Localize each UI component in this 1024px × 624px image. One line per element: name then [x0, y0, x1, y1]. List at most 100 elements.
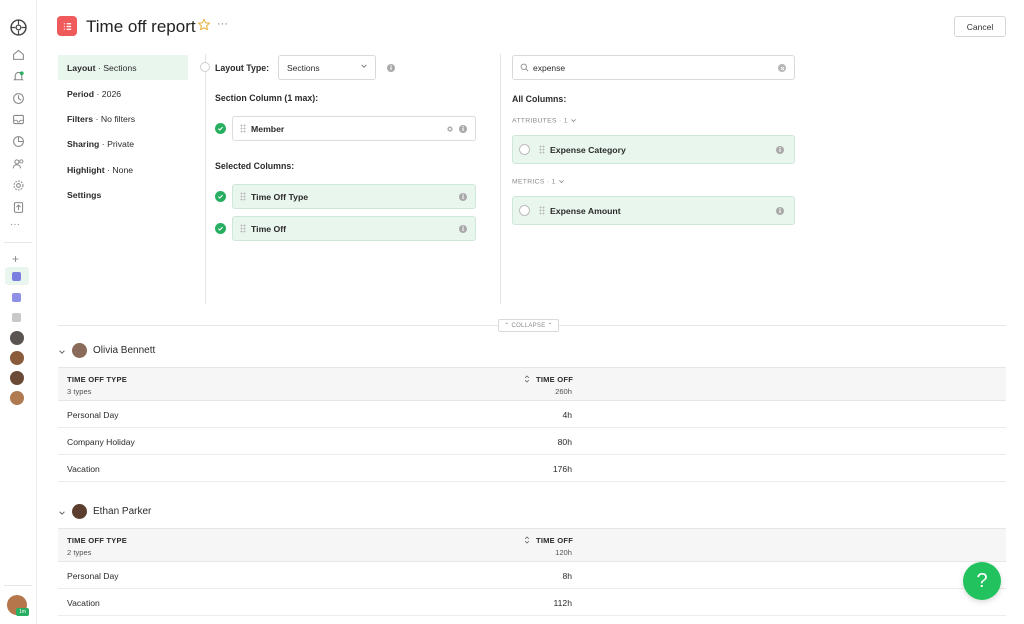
nav-item-key: Layout [67, 62, 96, 73]
time-off-type-cell: Personal Day [67, 571, 119, 581]
column-search-box[interactable] [512, 55, 795, 80]
column-header-time-off[interactable]: TIME OFF [536, 375, 573, 384]
table-header: TIME OFF TYPE 3 types TIME OFF 260h [58, 367, 1006, 401]
drag-handle-icon[interactable] [240, 192, 246, 201]
avatar[interactable] [10, 371, 24, 385]
rail-divider [4, 585, 32, 586]
upload-icon[interactable] [10, 199, 26, 215]
table-row[interactable]: Personal Day 8h [58, 562, 1006, 589]
add-icon[interactable]: + [12, 252, 19, 266]
gear-icon[interactable] [446, 125, 454, 135]
notifications-icon[interactable] [10, 68, 26, 84]
more-options-icon[interactable]: ··· [217, 18, 228, 30]
section-member-name: Ethan Parker [93, 506, 152, 517]
clock-icon[interactable] [10, 90, 26, 106]
drag-handle-icon[interactable] [539, 206, 545, 215]
project-square-icon[interactable] [12, 293, 21, 302]
nav-item-period[interactable]: Period · 2026 [58, 81, 188, 106]
table-row[interactable]: Vacation 176h [58, 455, 1006, 482]
drag-handle-icon[interactable] [240, 224, 246, 233]
column-header-time-off-type[interactable]: TIME OFF TYPE [67, 536, 127, 545]
time-off-hours-cell: 80h [557, 437, 572, 447]
nav-item-separator: · [104, 164, 113, 175]
selected-column-item[interactable]: Time Off i [232, 216, 476, 241]
section-collapse-chevron-icon[interactable] [58, 348, 66, 359]
reports-icon[interactable] [10, 133, 26, 149]
rail-more-icon[interactable]: ··· [10, 219, 20, 230]
panel-handle[interactable] [200, 62, 210, 72]
avatar[interactable] [10, 391, 24, 405]
selected-column-label: Time Off Type [251, 191, 309, 202]
avatar[interactable] [10, 351, 24, 365]
selected-column-label: Time Off [251, 223, 287, 234]
favorite-star-icon[interactable] [197, 18, 211, 35]
nav-item-sharing[interactable]: Sharing · Private [58, 131, 188, 156]
nav-item-separator: · [94, 88, 102, 99]
info-icon[interactable]: i [776, 207, 784, 215]
nav-item-separator: · [93, 113, 101, 124]
attribute-column-item[interactable]: Expense Category i [512, 135, 795, 164]
nav-item-key: Period [67, 88, 95, 99]
avatar[interactable] [10, 331, 24, 345]
clear-search-icon[interactable] [778, 64, 786, 72]
layout-type-value: Sections [287, 62, 320, 73]
check-circle-icon [215, 191, 226, 202]
nav-item-value: None [112, 164, 134, 175]
column-select-radio[interactable] [519, 144, 530, 155]
rail-divider [4, 242, 32, 243]
nav-item-filters[interactable]: Filters · No filters [58, 106, 188, 131]
avatar [72, 504, 87, 519]
column-header-time-off[interactable]: TIME OFF [536, 536, 573, 545]
nav-item-value: 2026 [101, 88, 122, 99]
section-column-member[interactable]: Member i [232, 116, 476, 141]
attributes-group-toggle[interactable]: ATTRIBUTES · 1 [512, 117, 577, 124]
help-button[interactable]: ? [963, 562, 1001, 600]
settings-gear-icon[interactable] [10, 177, 26, 193]
layout-type-select[interactable]: Sections [278, 55, 376, 80]
home-icon[interactable] [10, 46, 26, 62]
metrics-group-toggle[interactable]: METRICS · 1 [512, 178, 565, 185]
info-icon[interactable]: i [459, 225, 467, 233]
drag-handle-icon[interactable] [539, 145, 545, 154]
user-status-badge: 1m [16, 608, 29, 616]
column-header-time-off-type[interactable]: TIME OFF TYPE [67, 375, 127, 384]
check-circle-icon [215, 223, 226, 234]
selected-columns-label: Selected Columns: [215, 161, 295, 171]
nav-item-layout[interactable]: Layout · Sections [58, 55, 188, 80]
nav-item-highlight[interactable]: Highlight · None [58, 157, 188, 182]
time-off-type-cell: Vacation [67, 598, 100, 608]
section-member-name: Olivia Bennett [93, 345, 156, 356]
info-icon[interactable]: i [387, 64, 395, 72]
cancel-button[interactable]: Cancel [954, 16, 1006, 37]
info-icon[interactable]: i [459, 193, 467, 201]
project-square-icon[interactable] [12, 313, 21, 322]
table-row[interactable]: Company Holiday 80h [58, 428, 1006, 455]
section-column-value: Member [251, 123, 285, 134]
time-off-hours-cell: 4h [562, 410, 572, 420]
avatar [72, 343, 87, 358]
check-circle-icon [215, 123, 226, 134]
drag-handle-icon[interactable] [240, 124, 246, 133]
selected-column-item[interactable]: Time Off Type i [232, 184, 476, 209]
team-icon[interactable] [10, 155, 26, 171]
left-rail: ··· + 1m [0, 0, 37, 624]
sort-icon[interactable] [524, 536, 530, 547]
project-square-icon[interactable] [12, 272, 21, 281]
info-icon[interactable]: i [776, 146, 784, 154]
nav-item-value: Private [107, 138, 135, 149]
nav-item-separator: · [95, 62, 104, 73]
nav-item-key: Highlight [67, 164, 105, 175]
collapse-button[interactable]: ⌃ COLLAPSE ⌃ [498, 319, 559, 332]
inbox-icon[interactable] [10, 111, 26, 127]
table-row[interactable]: Vacation 112h [58, 589, 1006, 616]
metric-column-item[interactable]: Expense Amount i [512, 196, 795, 225]
table-row[interactable]: Personal Day 4h [58, 401, 1006, 428]
section-collapse-chevron-icon[interactable] [58, 509, 66, 520]
info-icon[interactable]: i [459, 125, 467, 133]
sort-icon[interactable] [524, 375, 530, 386]
column-select-radio[interactable] [519, 205, 530, 216]
nav-item-settings[interactable]: Settings [58, 182, 188, 207]
chevron-down-icon [571, 119, 576, 123]
column-search-input[interactable] [533, 62, 763, 73]
workspace-logo-icon[interactable] [9, 18, 27, 36]
